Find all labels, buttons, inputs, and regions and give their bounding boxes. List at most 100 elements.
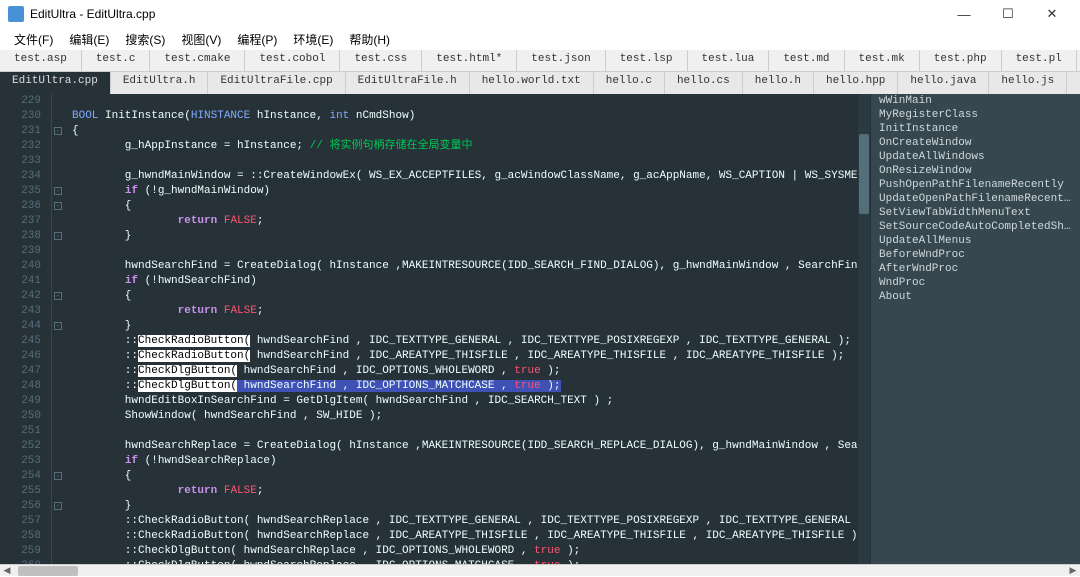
code-line[interactable]: ::CheckDlgButton( hwndSearchReplace , ID… (66, 559, 870, 564)
editor[interactable]: 2292302312322332342352362372382392402412… (0, 94, 870, 564)
file-tab[interactable]: hello.hpp (814, 72, 898, 94)
code-line[interactable]: { (66, 289, 870, 304)
symbol-item[interactable]: WndProc (871, 276, 1080, 290)
horizontal-scrollbar[interactable]: ◀ ▶ (0, 564, 1080, 576)
file-tab[interactable]: EditUltra.cpp (0, 72, 111, 94)
symbol-item[interactable]: AfterWndProc (871, 262, 1080, 276)
fold-marker[interactable]: - (54, 202, 62, 210)
file-tab[interactable]: hello.cs (665, 72, 743, 94)
code-line[interactable]: BOOL InitInstance(HINSTANCE hInstance, i… (66, 109, 870, 124)
code-line[interactable]: ::CheckRadioButton( hwndSearchFind , IDC… (66, 334, 870, 349)
symbol-item[interactable]: PushOpenPathFilenameRecently (871, 178, 1080, 192)
code-line[interactable]: { (66, 469, 870, 484)
close-button[interactable]: ✕ (1032, 2, 1072, 26)
code-line[interactable]: ::CheckRadioButton( hwndSearchFind , IDC… (66, 349, 870, 364)
top-tab[interactable]: test.cobol (245, 50, 340, 71)
code-line[interactable] (66, 244, 870, 259)
file-tab[interactable]: hello.world.txt (470, 72, 594, 94)
fold-marker[interactable]: - (54, 127, 62, 135)
top-tab[interactable]: test.asp (0, 50, 82, 71)
code-line[interactable]: if (!hwndSearchFind) (66, 274, 870, 289)
file-tab[interactable]: hello.h (743, 72, 814, 94)
maximize-button[interactable]: ☐ (988, 2, 1028, 26)
code-line[interactable]: ::CheckRadioButton( hwndSearchReplace , … (66, 514, 870, 529)
code-line[interactable]: { (66, 124, 870, 139)
top-tab[interactable]: test.json (517, 50, 605, 71)
code-line[interactable]: hwndSearchFind = CreateDialog( hInstance… (66, 259, 870, 274)
scroll-right-icon[interactable]: ▶ (1066, 565, 1080, 577)
file-tab[interactable]: EditUltraFile.cpp (208, 72, 345, 94)
top-tab[interactable]: test.php (920, 50, 1002, 71)
code-line[interactable]: return FALSE; (66, 304, 870, 319)
code-line[interactable] (66, 94, 870, 109)
fold-column[interactable]: --------- (52, 94, 66, 564)
menu-edit[interactable]: 编辑(E) (61, 29, 117, 50)
vertical-thumb[interactable] (859, 134, 869, 214)
file-tab[interactable]: EditUltra.h (111, 72, 209, 94)
symbol-item[interactable]: UpdateAllWindows (871, 150, 1080, 164)
code-line[interactable]: return FALSE; (66, 484, 870, 499)
code-line[interactable]: hwndEditBoxInSearchFind = GetDlgItem( hw… (66, 394, 870, 409)
top-tab[interactable]: test.c (82, 50, 151, 71)
symbol-item[interactable]: MyRegisterClass (871, 108, 1080, 122)
code-line[interactable]: ::CheckDlgButton( hwndSearchFind , IDC_O… (66, 364, 870, 379)
code-line[interactable]: hwndSearchReplace = CreateDialog( hInsta… (66, 439, 870, 454)
code-line[interactable]: ::CheckRadioButton( hwndSearchReplace , … (66, 529, 870, 544)
code-line[interactable]: } (66, 499, 870, 514)
menubar: 文件(F) 编辑(E) 搜索(S) 视图(V) 编程(P) 环境(E) 帮助(H… (0, 28, 1080, 50)
file-tab[interactable]: hello.txt (1067, 72, 1080, 94)
code-line[interactable]: ::CheckDlgButton( hwndSearchReplace , ID… (66, 544, 870, 559)
symbol-item[interactable]: OnCreateWindow (871, 136, 1080, 150)
top-tab[interactable]: test.cmake (150, 50, 245, 71)
menu-search[interactable]: 搜索(S) (117, 29, 173, 50)
menu-view[interactable]: 视图(V) (173, 29, 229, 50)
code-line[interactable]: ShowWindow( hwndSearchFind , SW_HIDE ); (66, 409, 870, 424)
symbol-item[interactable]: BeforeWndProc (871, 248, 1080, 262)
minimize-button[interactable]: — (944, 2, 984, 26)
fold-marker[interactable]: - (54, 472, 62, 480)
vertical-scrollbar[interactable] (858, 94, 870, 564)
code-line[interactable]: g_hwndMainWindow = ::CreateWindowEx( WS_… (66, 169, 870, 184)
top-tab[interactable]: test.html* (422, 50, 517, 71)
top-tab[interactable]: test.lua (688, 50, 770, 71)
symbol-item[interactable]: wWinMain (871, 94, 1080, 108)
code-line[interactable]: ::CheckDlgButton( hwndSearchFind , IDC_O… (66, 379, 870, 394)
code-area[interactable]: BOOL InitInstance(HINSTANCE hInstance, i… (66, 94, 870, 564)
menu-programming[interactable]: 编程(P) (229, 29, 285, 50)
top-tab[interactable]: test.mk (845, 50, 920, 71)
symbol-item[interactable]: SetSourceCodeAutoCompletedShowAft (871, 220, 1080, 234)
symbol-item[interactable]: UpdateAllMenus (871, 234, 1080, 248)
code-line[interactable]: } (66, 229, 870, 244)
file-tab[interactable]: hello.java (898, 72, 989, 94)
fold-marker[interactable]: - (54, 292, 62, 300)
top-tab[interactable]: test.lsp (606, 50, 688, 71)
code-line[interactable] (66, 424, 870, 439)
code-line[interactable]: if (!g_hwndMainWindow) (66, 184, 870, 199)
symbol-item[interactable]: About (871, 290, 1080, 304)
code-line[interactable]: g_hAppInstance = hInstance; // 将实例句柄存储在全… (66, 139, 870, 154)
file-tab[interactable]: hello.js (989, 72, 1067, 94)
symbol-item[interactable]: InitInstance (871, 122, 1080, 136)
code-line[interactable]: { (66, 199, 870, 214)
file-tab[interactable]: hello.c (594, 72, 665, 94)
symbol-item[interactable]: SetViewTabWidthMenuText (871, 206, 1080, 220)
menu-env[interactable]: 环境(E) (285, 29, 341, 50)
fold-marker[interactable]: - (54, 502, 62, 510)
horizontal-thumb[interactable] (18, 566, 78, 576)
symbol-item[interactable]: OnResizeWindow (871, 164, 1080, 178)
menu-help[interactable]: 帮助(H) (341, 29, 398, 50)
fold-marker[interactable]: - (54, 232, 62, 240)
menu-file[interactable]: 文件(F) (6, 29, 61, 50)
top-tab[interactable]: test.css (340, 50, 422, 71)
file-tab[interactable]: EditUltraFile.h (346, 72, 470, 94)
code-line[interactable]: if (!hwndSearchReplace) (66, 454, 870, 469)
top-tab[interactable]: test.pl (1002, 50, 1077, 71)
code-line[interactable]: } (66, 319, 870, 334)
code-line[interactable]: return FALSE; (66, 214, 870, 229)
fold-marker[interactable]: - (54, 187, 62, 195)
top-tab[interactable]: test.md (769, 50, 844, 71)
symbol-item[interactable]: UpdateOpenPathFilenameRecently (871, 192, 1080, 206)
scroll-left-icon[interactable]: ◀ (0, 565, 14, 577)
code-line[interactable] (66, 154, 870, 169)
fold-marker[interactable]: - (54, 322, 62, 330)
